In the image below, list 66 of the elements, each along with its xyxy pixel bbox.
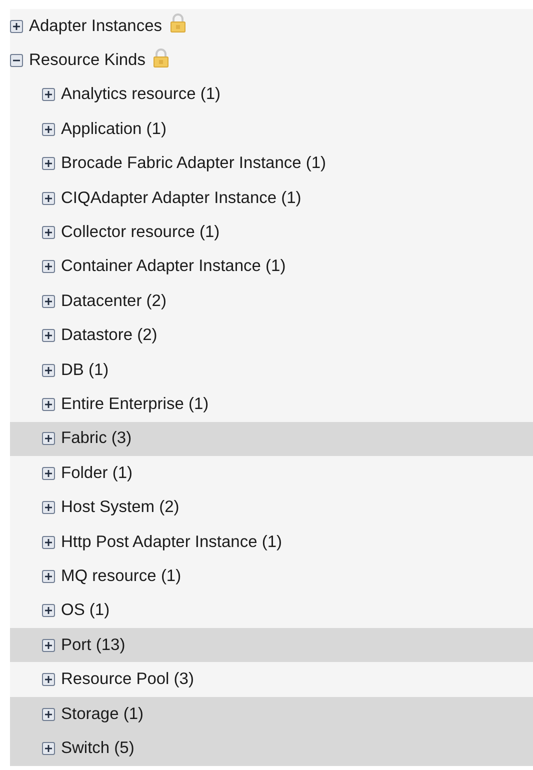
expand-icon[interactable] — [42, 708, 55, 720]
tree-row[interactable]: Http Post Adapter Instance (1) — [10, 524, 533, 560]
tree-label: Container Adapter Instance (1) — [61, 257, 286, 276]
tree-row[interactable]: Resource Kinds — [10, 43, 533, 78]
tree-label: Analytics resource (1) — [61, 85, 221, 104]
tree-row[interactable]: Adapter Instances — [10, 9, 533, 44]
tree-label: Entire Enterprise (1) — [61, 394, 209, 414]
expand-icon[interactable] — [42, 638, 55, 652]
expand-icon[interactable] — [42, 570, 55, 583]
tree-label: OS (1) — [61, 601, 110, 620]
expand-icon[interactable] — [42, 294, 55, 308]
tree-row[interactable]: Folder (1) — [10, 456, 533, 490]
expand-icon[interactable] — [42, 604, 55, 618]
expand-icon[interactable] — [42, 226, 55, 240]
tree-label: Port (13) — [61, 636, 126, 655]
expand-icon[interactable] — [42, 364, 55, 377]
tree-label: Fabric (3) — [61, 429, 132, 448]
expand-icon[interactable] — [42, 157, 55, 170]
tree-row[interactable]: DB (1) — [10, 352, 533, 388]
expand-icon[interactable] — [42, 536, 55, 549]
tree-label: Collector resource (1) — [61, 223, 220, 242]
tree-row[interactable]: OS (1) — [10, 594, 533, 628]
tree-label: CIQAdapter Adapter Instance (1) — [61, 188, 302, 208]
expand-icon[interactable] — [42, 192, 55, 205]
expand-icon[interactable] — [42, 501, 55, 514]
tree-label: Adapter Instances — [29, 16, 162, 36]
tree-row[interactable]: Host System (2) — [10, 490, 533, 525]
expand-icon[interactable] — [42, 88, 55, 102]
tree-row[interactable]: Collector resource (1) — [10, 215, 533, 250]
tree-row[interactable]: Datacenter (2) — [10, 284, 533, 319]
expand-icon[interactable] — [42, 742, 55, 755]
tree-label: Datacenter (2) — [61, 292, 166, 311]
tree-row[interactable]: MQ resource (1) — [10, 559, 533, 594]
expand-icon[interactable] — [42, 673, 55, 686]
tree-label: Host System (2) — [61, 498, 180, 518]
tree-label: Storage (1) — [61, 704, 144, 724]
tree-label: Folder (1) — [61, 464, 133, 483]
expand-icon[interactable] — [42, 329, 55, 342]
tree-row[interactable]: Application (1) — [10, 112, 533, 147]
tree-label: Switch (5) — [61, 738, 134, 758]
expand-icon[interactable] — [42, 122, 55, 136]
expand-icon[interactable] — [42, 398, 55, 411]
tree-row[interactable]: Port (13) — [10, 628, 533, 662]
tree-row[interactable]: CIQAdapter Adapter Instance (1) — [10, 180, 533, 216]
tree-label: MQ resource (1) — [61, 566, 182, 586]
tree-label: Application (1) — [61, 120, 166, 139]
expand-icon[interactable] — [42, 432, 55, 446]
expand-icon[interactable] — [42, 466, 55, 480]
tree-row[interactable]: Analytics resource (1) — [10, 78, 533, 112]
tree-row[interactable]: Datastore (2) — [10, 318, 533, 353]
expand-icon[interactable] — [42, 260, 55, 274]
tree-label: Http Post Adapter Instance (1) — [61, 532, 282, 552]
tree-row[interactable]: Storage (1) — [10, 696, 533, 732]
tree-row[interactable]: Fabric (3) — [10, 422, 533, 456]
tree-row[interactable]: Brocade Fabric Adapter Instance (1) — [10, 146, 533, 181]
tree-label: Resource Kinds — [29, 51, 146, 70]
tree-row[interactable]: Container Adapter Instance (1) — [10, 250, 533, 284]
tree-label: Resource Pool (3) — [61, 670, 194, 690]
tree-label: Brocade Fabric Adapter Instance (1) — [61, 154, 326, 174]
tree-row[interactable]: Entire Enterprise (1) — [10, 387, 533, 422]
tree-row[interactable]: Switch (5) — [10, 731, 533, 766]
tree-label: DB (1) — [61, 360, 109, 380]
expand-icon[interactable] — [10, 20, 23, 33]
tree-row[interactable]: Resource Pool (3) — [10, 662, 533, 697]
tree-label: Datastore (2) — [61, 326, 158, 346]
collapse-icon[interactable] — [10, 54, 23, 68]
